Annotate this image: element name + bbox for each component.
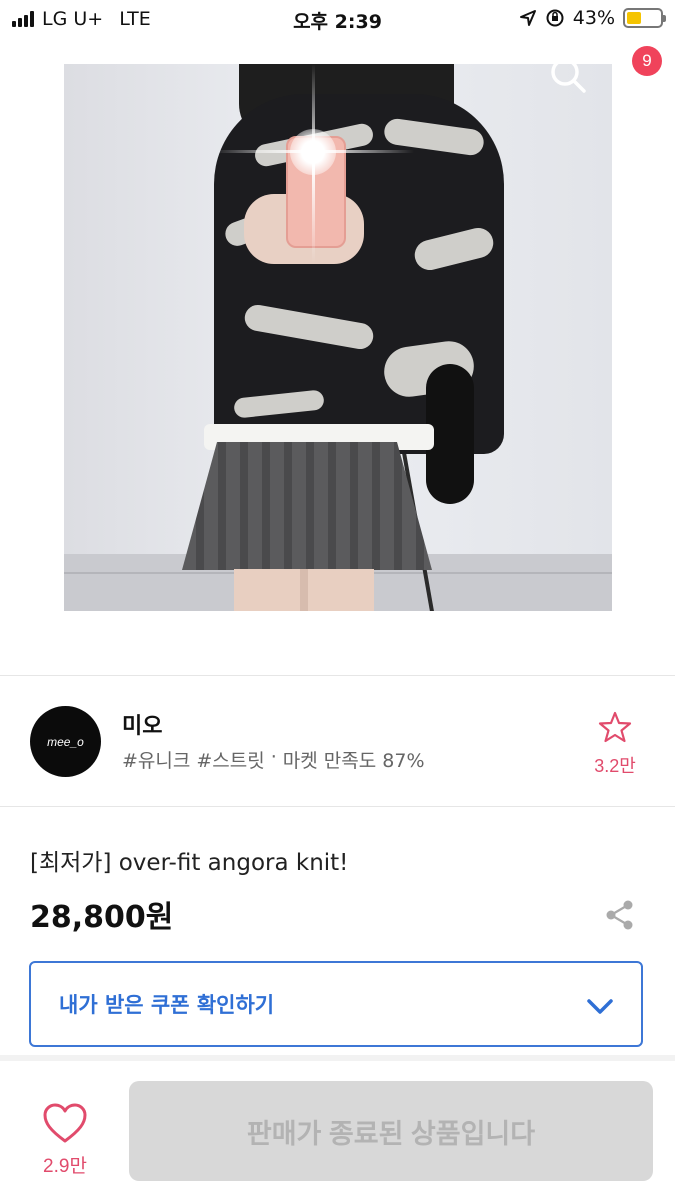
coupon-label: 내가 받은 쿠폰 확인하기 <box>59 993 275 1017</box>
status-bar: LG U+ LTE 오후 2:39 43% <box>0 0 675 38</box>
pleated-skirt <box>182 442 432 570</box>
product-photo[interactable] <box>64 64 612 611</box>
rotation-lock-icon <box>546 9 564 27</box>
shop-name[interactable]: 미오 <box>122 708 162 740</box>
product-price: 28,800원 <box>30 900 174 935</box>
share-icon <box>606 900 633 930</box>
divider <box>0 806 675 807</box>
back-button[interactable] <box>22 54 62 94</box>
cart-count-badge: 9 <box>632 46 662 76</box>
favorite-shop-button[interactable]: 3.2만 <box>587 710 643 778</box>
tag-separator: · <box>270 746 277 768</box>
cart-button[interactable]: 9 <box>608 46 662 98</box>
market-satisfaction: 마켓 만족도 87% <box>282 750 425 772</box>
search-button[interactable] <box>546 54 590 98</box>
star-icon <box>598 711 632 743</box>
sold-out-button[interactable]: 판매가 종료된 상품입니다 <box>129 1081 653 1181</box>
chevron-down-icon <box>587 999 613 1014</box>
top-nav: 9 <box>0 38 675 108</box>
search-icon <box>551 58 586 93</box>
share-button[interactable] <box>603 898 637 932</box>
model-legs <box>234 569 374 611</box>
chevron-left-icon <box>33 57 52 91</box>
location-icon <box>519 10 536 26</box>
bottom-bar: 2.9만 판매가 종료된 상품입니다 <box>0 1055 675 1200</box>
favorite-shop-count: 3.2만 <box>594 756 636 776</box>
coupon-check-button[interactable]: 내가 받은 쿠폰 확인하기 <box>29 961 643 1047</box>
like-button[interactable]: 2.9만 <box>30 1103 100 1178</box>
shop-tags: #유니크 #스트릿 · 마켓 만족도 87% <box>122 746 425 773</box>
battery-icon <box>623 8 666 28</box>
shop-logo[interactable]: mee_o <box>30 706 101 777</box>
shop-tag: #유니크 <box>122 750 191 772</box>
battery-percent: 43% <box>572 7 615 29</box>
shop-tag: #스트릿 <box>196 750 265 772</box>
product-title: [최저가] over-fit angora knit! <box>30 850 349 876</box>
like-count: 2.9만 <box>43 1156 87 1177</box>
heart-icon <box>43 1103 87 1143</box>
shop-row[interactable]: mee_o 미오 #유니크 #스트릿 · 마켓 만족도 87% 3.2만 <box>0 676 675 806</box>
